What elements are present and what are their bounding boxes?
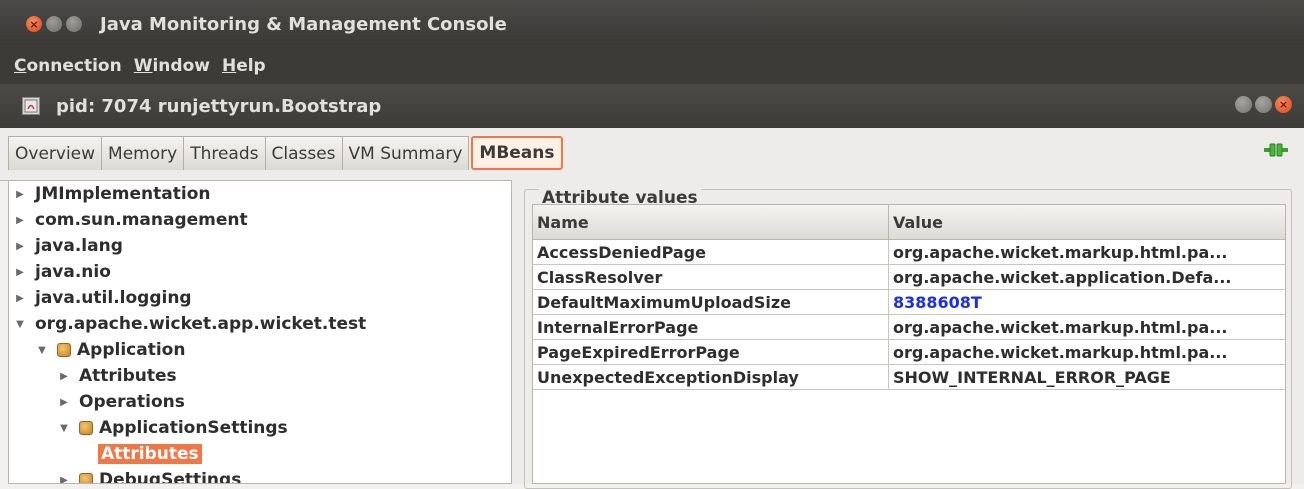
menu-connection-mnemonic: C xyxy=(14,56,27,76)
collapsed-arrow-icon[interactable]: ▶ xyxy=(57,475,71,484)
attribute-table: Name Value AccessDeniedPage org.apache.wi… xyxy=(532,204,1286,484)
tab-threads[interactable]: Threads xyxy=(183,136,266,170)
tree-node-label: com.sun.management xyxy=(35,210,248,230)
tree-node-label: org.apache.wicket.app.wicket.test xyxy=(35,314,367,334)
tab-vm-summary[interactable]: VM Summary xyxy=(341,136,470,170)
attribute-name-cell: ClassResolver xyxy=(533,265,889,289)
tree-node[interactable]: ▶ java.nio xyxy=(9,259,511,285)
tree-node-label: JMImplementation xyxy=(35,184,211,204)
tree-node-label: DebugSettings xyxy=(99,470,242,484)
tree-node-label: java.lang xyxy=(35,236,123,256)
mbean-icon xyxy=(79,473,93,483)
menu-help[interactable]: Help xyxy=(222,56,266,76)
connection-status-icon xyxy=(1264,143,1288,157)
attribute-value-cell[interactable]: org.apache.wicket.application.Defa... xyxy=(889,265,1285,289)
attribute-name-cell: DefaultMaximumUploadSize xyxy=(533,290,889,314)
window-title: Java Monitoring & Management Console xyxy=(100,13,507,35)
tab-list: Overview Memory Threads Classes VM Summary MB… xyxy=(8,136,563,170)
tree-node[interactable]: ▶ JMImplementation xyxy=(9,181,511,207)
collapsed-arrow-icon[interactable]: ▶ xyxy=(57,371,71,382)
table-row[interactable]: InternalErrorPage org.apache.wicket.marku… xyxy=(533,315,1285,340)
tree-node-label: java.util.logging xyxy=(35,288,192,308)
tree-node[interactable]: ▼ Application xyxy=(9,337,511,363)
collapsed-arrow-icon[interactable]: ▶ xyxy=(13,241,27,252)
internal-frame-titlebar: pid: 7074 runjettyrun.Bootstrap × xyxy=(0,84,1304,128)
collapsed-arrow-icon[interactable]: ▶ xyxy=(13,189,27,200)
tree-node-label: Operations xyxy=(79,392,185,412)
collapsed-arrow-icon[interactable]: ▶ xyxy=(57,397,71,408)
tree-node[interactable]: ▶ java.lang xyxy=(9,233,511,259)
menu-connection-label: onnection xyxy=(26,56,122,76)
internal-frame-buttons: × xyxy=(1235,96,1292,113)
split-pane-divider[interactable] xyxy=(512,180,520,484)
internal-frame-title: pid: 7074 runjettyrun.Bootstrap xyxy=(56,95,382,117)
window-titlebar: × Java Monitoring & Management Console xyxy=(0,0,1304,48)
tab-strip: Overview Memory Threads Classes VM Summary MB… xyxy=(0,128,1304,181)
menu-window[interactable]: Window xyxy=(134,56,210,76)
tab-mbeans[interactable]: MBeans xyxy=(471,136,563,170)
tree-node[interactable]: ▶ com.sun.management xyxy=(9,207,511,233)
mbean-icon xyxy=(57,343,71,357)
column-header-name[interactable]: Name xyxy=(533,205,889,239)
tree-node[interactable]: ▶ DebugSettings xyxy=(9,467,511,484)
expanded-arrow-icon[interactable]: ▼ xyxy=(57,423,71,434)
tree-node-label: Application xyxy=(77,340,186,360)
table-row[interactable]: DefaultMaximumUploadSize 8388608T xyxy=(533,290,1285,315)
table-row[interactable]: AccessDeniedPage org.apache.wicket.markup… xyxy=(533,240,1285,265)
tree-node[interactable]: ▶Attributes xyxy=(9,441,511,467)
tree-node-label: java.nio xyxy=(35,262,111,282)
tree-node[interactable]: ▼ org.apache.wicket.app.wicket.test xyxy=(9,311,511,337)
window-minimize-button[interactable] xyxy=(46,16,62,32)
expanded-arrow-icon[interactable]: ▼ xyxy=(13,319,27,330)
attribute-value-cell[interactable]: org.apache.wicket.markup.html.pa... xyxy=(889,340,1285,364)
attribute-panel: Attribute values Name Value AccessDenied… xyxy=(520,180,1304,489)
menu-window-mnemonic: W xyxy=(133,56,153,76)
tree-node[interactable]: ▶ Operations xyxy=(9,389,511,415)
attribute-value-cell[interactable]: org.apache.wicket.markup.html.pa... xyxy=(889,315,1285,339)
collapsed-arrow-icon[interactable]: ▶ xyxy=(13,267,27,278)
menu-connection[interactable]: Connection xyxy=(14,56,122,76)
tab-overview[interactable]: Overview xyxy=(8,136,103,170)
window-close-button[interactable]: × xyxy=(26,16,42,32)
tab-classes[interactable]: Classes xyxy=(264,136,343,170)
menu-help-mnemonic: H xyxy=(221,56,237,76)
tab-memory[interactable]: Memory xyxy=(101,136,185,170)
menu-help-label: elp xyxy=(236,56,266,76)
attribute-value-cell[interactable]: org.apache.wicket.markup.html.pa... xyxy=(889,240,1285,264)
attribute-name-cell: AccessDeniedPage xyxy=(533,240,889,264)
tree-node[interactable]: ▶ Attributes xyxy=(9,363,511,389)
java-app-icon xyxy=(22,97,40,115)
table-row[interactable]: UnexpectedExceptionDisplay SHOW_INTERNAL_… xyxy=(533,365,1285,390)
tree-node-label: Attributes xyxy=(98,444,202,464)
mbean-tree[interactable]: ▶ JMImplementation ▶ com.sun.management ▶ jav… xyxy=(8,180,512,484)
mbean-icon xyxy=(79,421,93,435)
attribute-table-header: Name Value xyxy=(533,205,1285,240)
window-maximize-button[interactable] xyxy=(66,16,82,32)
column-header-value[interactable]: Value xyxy=(889,205,1285,239)
tree-node-label: Attributes xyxy=(79,366,177,386)
table-row[interactable]: PageExpiredErrorPage org.apache.wicket.ma… xyxy=(533,340,1285,365)
collapsed-arrow-icon[interactable]: ▶ xyxy=(13,293,27,304)
tree-node[interactable]: ▼ ApplicationSettings xyxy=(9,415,511,441)
expanded-arrow-icon[interactable]: ▼ xyxy=(35,345,49,356)
frame-minimize-button[interactable] xyxy=(1235,96,1252,113)
attribute-value-cell[interactable]: 8388608T xyxy=(889,290,1285,314)
attribute-name-cell: UnexpectedExceptionDisplay xyxy=(533,365,889,389)
tree-node[interactable]: ▶ java.util.logging xyxy=(9,285,511,311)
menu-window-label: indow xyxy=(152,56,210,76)
attribute-table-body: AccessDeniedPage org.apache.wicket.markup… xyxy=(533,240,1285,390)
menu-bar: Connection Window Help xyxy=(0,48,1304,84)
tree-node-label: ApplicationSettings xyxy=(99,418,288,438)
frame-maximize-button[interactable] xyxy=(1255,96,1272,113)
attribute-value-cell[interactable]: SHOW_INTERNAL_ERROR_PAGE xyxy=(889,365,1285,389)
frame-close-button[interactable]: × xyxy=(1275,96,1292,113)
table-row[interactable]: ClassResolver org.apache.wicket.applicati… xyxy=(533,265,1285,290)
collapsed-arrow-icon[interactable]: ▶ xyxy=(13,215,27,226)
attribute-name-cell: InternalErrorPage xyxy=(533,315,889,339)
attribute-name-cell: PageExpiredErrorPage xyxy=(533,340,889,364)
